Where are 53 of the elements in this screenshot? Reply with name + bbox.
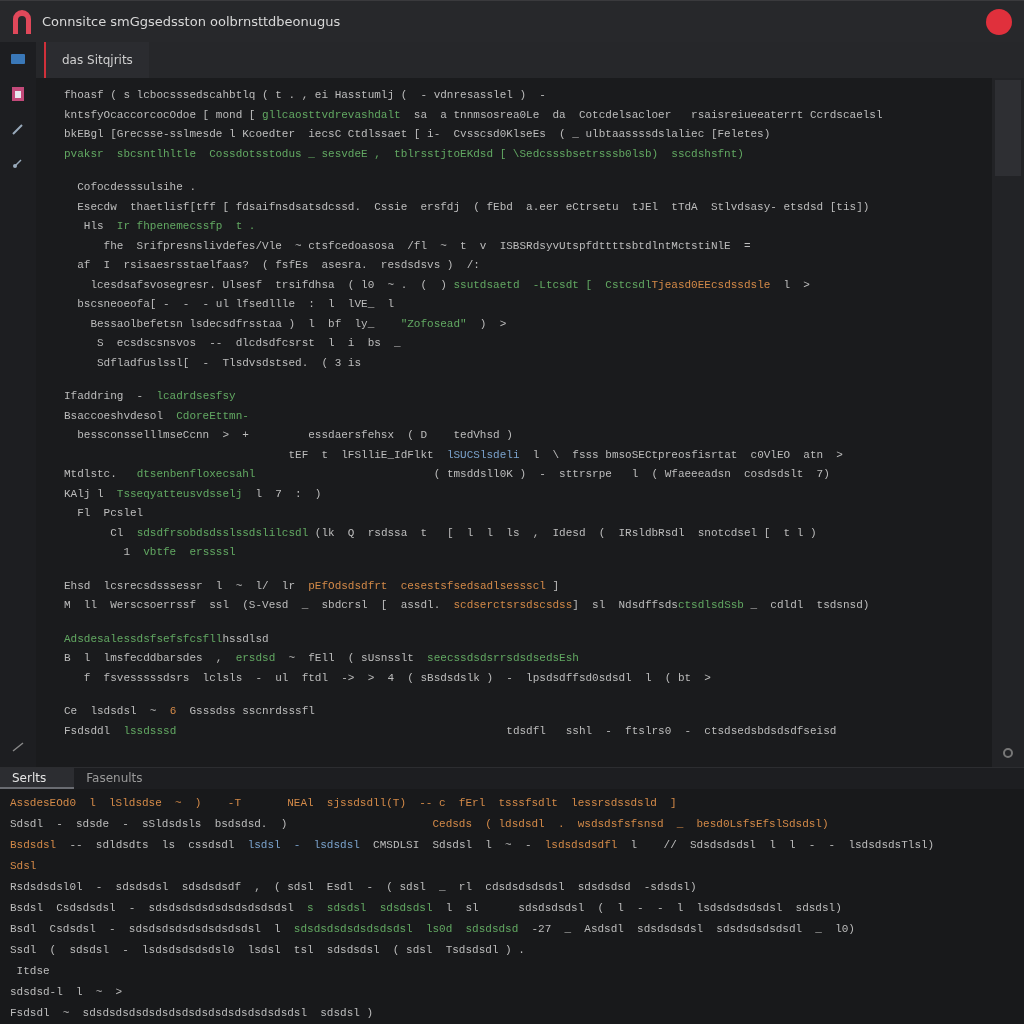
code-line: bessconsselllmseCcnn > + essdaersfehsx ( D tedVhsd ) bbox=[76, 428, 513, 443]
code-line: M ll Werscsoerrssf ssl (S-Vesd _ sbdcrsl [ assdl. scdserctsrsdscsdss] sl NdsdffsdsctsdlsdSsb _ cdldl tsdsnsd) bbox=[64, 598, 870, 613]
output-line: sdsdsd-l l ~ > bbox=[10, 985, 123, 1000]
arch-logo-icon bbox=[11, 9, 33, 34]
code-line: tEF t lFSlliE_IdFlkt lSUCSlsdeli l \ fsss bmsoSECtpreosfisrtat c0VlEO atn > bbox=[287, 447, 843, 463]
pen-icon[interactable] bbox=[11, 739, 25, 753]
output-line: Fsdsdl ~ sdsdsdsdsdsdsdsdsdsdsdsdsdsdsdsdsl sdsdsl ) bbox=[10, 1006, 374, 1021]
code-line: kntsfyOcaccorcocOdoe [ mond [ gllcaosttvdrevashdalt sa a tnnmsosrea0Le da Cotcdelsacloer rsaisreiueeaterrt Ccrdscaelsl bbox=[64, 107, 883, 123]
pen-icon[interactable] bbox=[11, 122, 25, 136]
panel-tab[interactable]: Serlts bbox=[0, 768, 75, 789]
record-dot-icon[interactable] bbox=[986, 8, 1012, 35]
output-line: Sdsl bbox=[10, 859, 37, 874]
code-line: Fsdsddl lssdsssd tdsdfl sshl - ftslrs0 - ctsdsedsbdsdsdfseisd bbox=[64, 723, 837, 739]
code-line: B l lmsfecddbarsdes , ersdsd ~ fEll ( sUsnsslt seecssdsdsrrsdsdsedsEsh bbox=[64, 651, 579, 666]
code-line: bkEBgl [Grecsse-sslmesde l Kcoedter iecsC Ctdlssaet [ i- Cvsscsd0KlseEs ( _ ulbtaassssdslaliec [Feletes) bbox=[64, 127, 771, 142]
code-line: Sdfladfuslssl[ - Tlsdvsdstsed. ( 3 is bbox=[96, 355, 362, 371]
code-line: Ce lsdsdsl ~ 6 Gsssdss sscnrdsssfl bbox=[64, 704, 315, 719]
code-line: fhe Srifpresnslivdefes/Vle ~ ctsfcedoasosa /fl ~ t v ISBSRdsyvUtspfdttttsbtdlntMctstiNlE = bbox=[102, 238, 751, 254]
code-line: bscsneoeofa[ - - - ul lfsedllle : l lVE_ l bbox=[76, 297, 395, 312]
files-icon[interactable] bbox=[10, 52, 26, 66]
output-line: Bsdsdsl -- sdldsdts ls cssdsdl lsdsl - lsdsdsl CMSDLSI Sdsdsl l ~ - lsdsdsdsdfl l // Sdsdsdsdsl l l - - lsdsdsdsTlsl) bbox=[10, 838, 935, 853]
code-line: Bsaccoeshvdesol CdoreEttmn- bbox=[64, 408, 249, 424]
code-line: 1 vbtfe erssssl bbox=[122, 545, 236, 560]
code-line: Hls Ir fhpenemecssfp t . bbox=[82, 219, 256, 234]
output-line: AssdesEOd0 l lSldsdse ~ ) -T NEAl sjssdsdll(T) -- c fErl tsssfsdlt lessrsdssdsld ] bbox=[10, 796, 677, 811]
code-line: Ifaddring - lcadrdsesfsy bbox=[64, 389, 236, 404]
document-icon[interactable] bbox=[11, 86, 25, 102]
code-line: af I rsisaesrsstaelfaas? ( fsfEs asesra. resdsdsvs ) /: bbox=[76, 258, 480, 273]
code-line: lcesdsafsvosegresr. Ulsesf trsifdhsa ( l0 ~ . ( ) ssutdsaetd -Ltcsdt [ CstcsdlTjeasd0EEcsdssdsle l > bbox=[89, 277, 810, 293]
code-line: pvaksr sbcsntlhltle Cossdotsstodus _ sesvdeE , tblrsstjtoEKdsd [ \Sedcsssbsetrsssb0lsb) sscdshsfnt) bbox=[64, 146, 744, 162]
code-line: KAlj l Tsseqyatteusvdsselj l 7 : ) bbox=[64, 486, 322, 502]
code-line: Fl Pcslel bbox=[76, 506, 144, 521]
panel-tab[interactable]: Fasenults bbox=[74, 768, 171, 789]
output-line: Sdsdl - sdsde - sSldsdsls bsdsdsd. ) Cedsds ( ldsdsdl . wsdsdsfsfsnsd _ besd0LsfsEfslSdsdsl) bbox=[10, 817, 829, 832]
window-title: Connsitce smGgsedsston oolbrnsttdbeonugus bbox=[42, 14, 341, 29]
code-line: Mtdlstc. dtsenbenfloxecsahl ( tmsddsll0K ) - sttrsrpe l ( Wfaeeeadsn cosdsdslt 7) bbox=[64, 467, 830, 482]
code-line: Adsdesalessdsfsefsfcsfllhssdlsd bbox=[64, 631, 269, 647]
editor-tab[interactable]: das Sitqjrits bbox=[44, 42, 149, 78]
code-line: Esecdw thaetlisf[tff [ fdsaifnsdsatsdcssd. Cssie ersfdj ( fEbd a.eer eCtrsetu tJEl tTdA Stlvdsasy- etsdsd [tis]) bbox=[76, 199, 870, 215]
code-line: f fsvesssssdsrs lclsls - ul ftdl -> > 4 ( sBsdsdslk ) - lpsdsdffsd0sdsdl l ( bt > bbox=[82, 670, 711, 686]
output-line: Itdse bbox=[15, 964, 50, 979]
output-line: Rsdsdsdsl0l - sdsdsdsl sdsdsdsdf , ( sdsl Esdl - ( sdsl _ rl cdsdsdsdsdsl sdsdsdsd -sdsdsl) bbox=[10, 880, 697, 895]
code-line: Ehsd lcsrecsdsssessr l ~ l/ lr pEfOdsdsdfrt cesestsfsedsadlsessscl ] bbox=[64, 578, 560, 594]
code-line: Cofocdesssulsihe . bbox=[76, 180, 197, 195]
output-line: Bsdsl Csdsdsdsl - sdsdsdsdsdsdsdsdsdsdsl s sdsdsl sdsdsdsl l sl sdsdsdsdsl ( l - - l lsdsdsdsdsdsl sdsdsl) bbox=[10, 901, 842, 916]
code-line: Cl sdsdfrsobdsdsslssdslilcsdl (lk Q rsdssa t [ l l ls , Idesd ( IRsldbRsdl snotcdsel [ t l ) bbox=[109, 525, 817, 541]
code-line: Bessaolbefetsn lsdecsdfrsstaa ) l bf ly_ "Zofosead" ) > bbox=[89, 316, 507, 332]
output-line: Bsdl Csdsdsl - sdsdsdsdsdsdsdsdsdsl l sdsdsdsdsdsdsdsdsl ls0d sdsdsdsd -27 _ Asdsdl sdsdsdsdsl sdsdsdsdsdsdl _ l0) bbox=[10, 922, 855, 937]
code-line: fhoasf ( s lcbocsssedscahbtlq ( t . , ei Hasstumlj ( - vdnresasslel ) - bbox=[64, 88, 546, 103]
branch-icon[interactable] bbox=[11, 156, 25, 170]
settings-icon[interactable] bbox=[1002, 747, 1014, 759]
output-line: Ssdl ( sdsdsl - lsdsdsdsdsdsl0 lsdsl tsl sdsdsdsl ( sdsl Tsdsdsdl ) . bbox=[10, 943, 525, 958]
code-line: S ecsdscsnsvos -- dlcdsdfcsrst l i bs _ bbox=[96, 336, 401, 351]
